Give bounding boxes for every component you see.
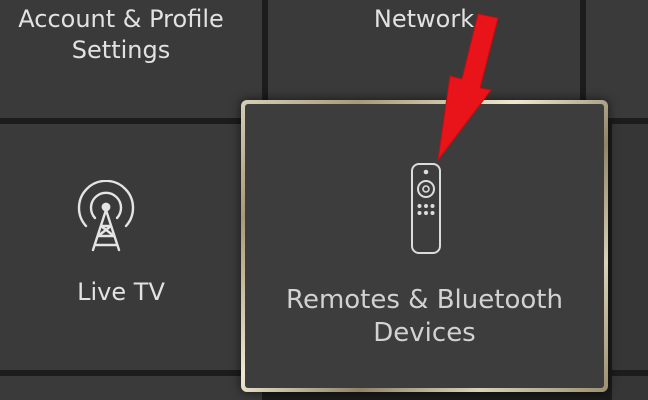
remote-icon xyxy=(411,163,441,254)
tile-label: Remotes & Bluetooth Devices xyxy=(286,285,563,348)
tile-label: Live TV xyxy=(77,278,165,306)
tile-partial[interactable] xyxy=(612,376,648,400)
tile-account-profile-settings[interactable]: Account & Profile Settings xyxy=(0,0,262,118)
tile-label: Account & Profile Settings xyxy=(18,5,224,64)
tile-focused-body: Remotes & Bluetooth Devices xyxy=(245,104,604,388)
settings-screen: Account & Profile Settings Network Live … xyxy=(0,0,648,400)
tile-partial[interactable] xyxy=(612,124,648,370)
tile-partial[interactable] xyxy=(0,376,262,400)
tile-remotes-bluetooth-devices[interactable]: Remotes & Bluetooth Devices xyxy=(241,100,608,392)
antenna-icon xyxy=(77,180,135,252)
tile-label: Network xyxy=(373,5,475,33)
tile-live-tv[interactable]: Live TV xyxy=(0,124,262,370)
